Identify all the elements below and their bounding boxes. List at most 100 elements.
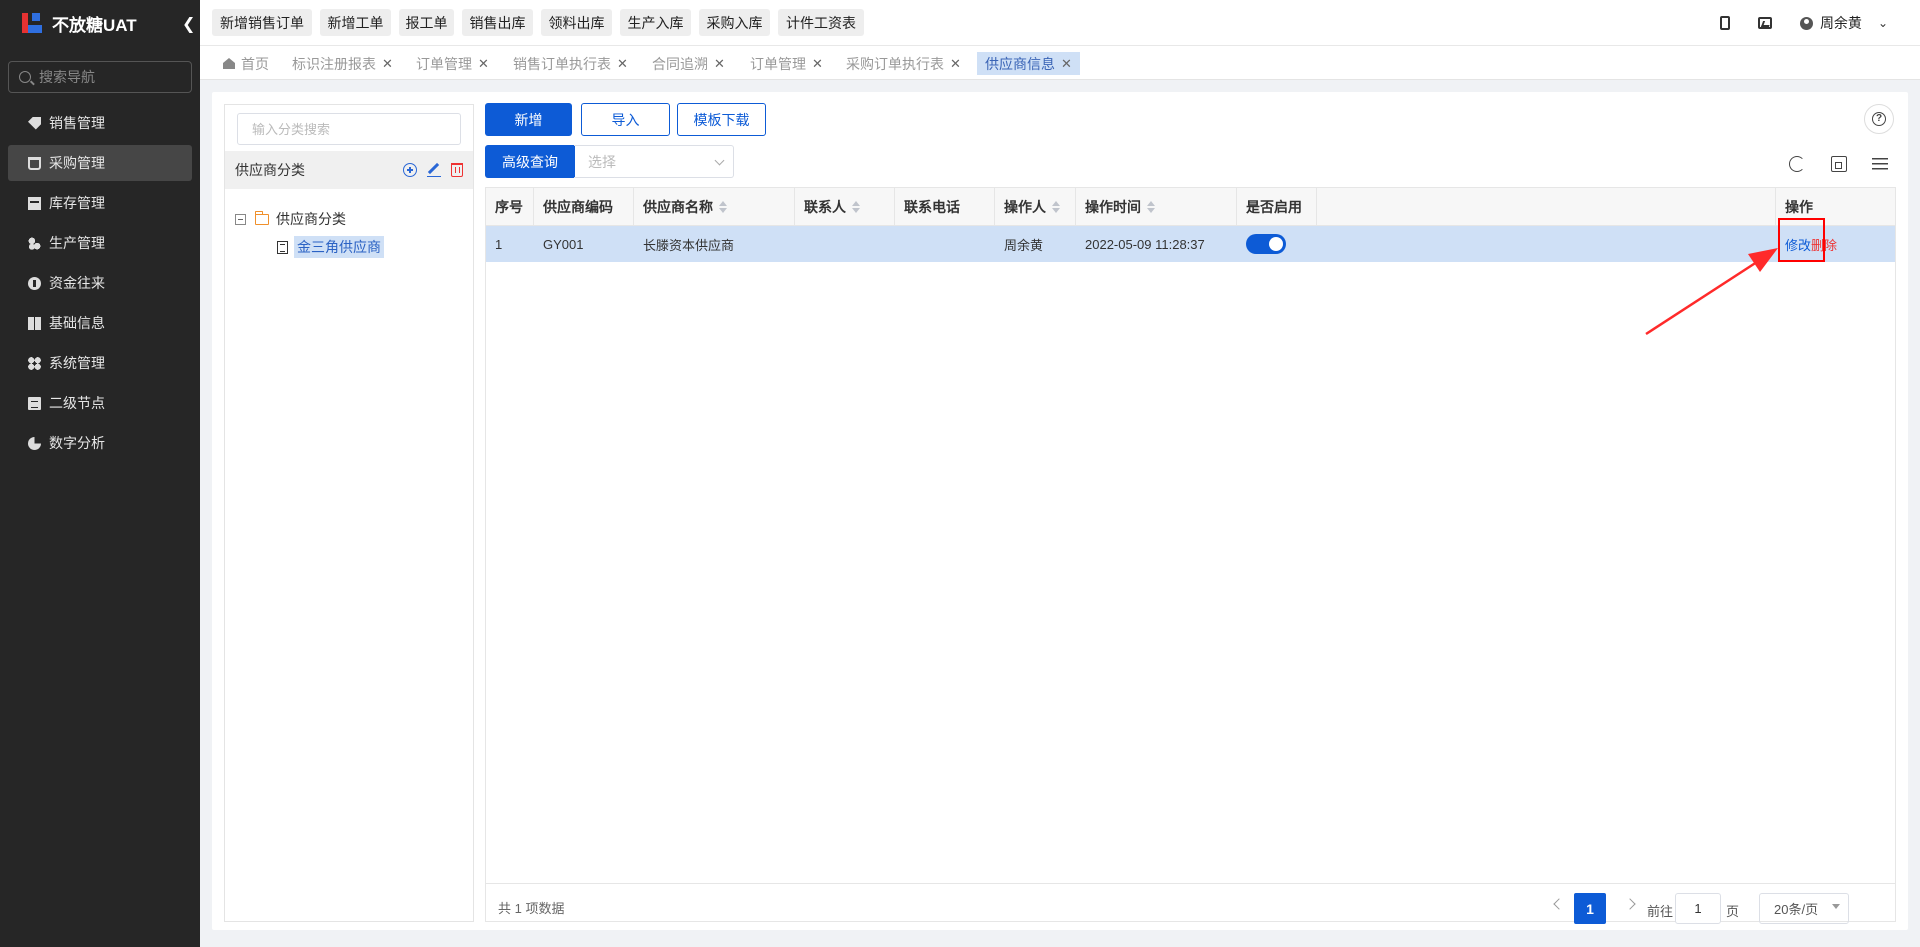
sidebar-item-inventory[interactable]: 库存管理	[8, 185, 192, 221]
user-menu[interactable]: 周余黄 ⌄	[1799, 13, 1888, 33]
category-header-label: 供应商分类	[235, 162, 305, 178]
tab-home[interactable]: 首页	[215, 52, 277, 75]
sort-icon[interactable]	[719, 201, 727, 213]
total-count: 共 1 项数据	[498, 901, 565, 916]
close-icon[interactable]: ✕	[617, 56, 628, 72]
cart-icon	[28, 156, 41, 170]
quick-production-inbound-button[interactable]: 生产入库	[620, 9, 691, 36]
advanced-query-button[interactable]: 高级查询	[485, 145, 575, 178]
tab-contract-trace[interactable]: 合同追溯 ✕	[644, 52, 733, 75]
category-header: 供应商分类	[225, 151, 473, 189]
tree-node-label: 金三角供应商	[294, 236, 384, 258]
tab-order-management-2[interactable]: 订单管理 ✕	[742, 52, 831, 75]
column-header: 序号	[486, 188, 534, 226]
tab-order-management[interactable]: 订单管理 ✕	[408, 52, 497, 75]
screen-icon[interactable]	[1757, 17, 1772, 29]
column-header-spacer	[1317, 188, 1776, 226]
user-name: 周余黄	[1819, 15, 1862, 31]
sidebar-item-purchase[interactable]: 采购管理	[8, 145, 192, 181]
question-icon: ?	[1872, 112, 1886, 126]
column-settings-icon[interactable]	[1872, 156, 1888, 172]
help-button[interactable]: ?	[1864, 104, 1894, 134]
tab-marking-report[interactable]: 标识注册报表 ✕	[284, 52, 401, 75]
sidebar-item-basic-info[interactable]: 基础信息	[8, 305, 192, 341]
sort-icon[interactable]	[852, 201, 860, 213]
nav-search-input[interactable]	[39, 69, 179, 85]
sidebar-item-funds[interactable]: 资金往来	[8, 265, 192, 301]
highlight-box	[1778, 218, 1825, 262]
tab-label: 首页	[241, 55, 269, 72]
cell-index: 1	[495, 236, 503, 252]
add-category-icon[interactable]	[403, 163, 417, 177]
cell-code: GY001	[543, 236, 584, 252]
sidebar-item-sales[interactable]: 销售管理	[8, 105, 192, 141]
close-icon[interactable]: ✕	[812, 56, 823, 72]
tab-purchase-order-execution[interactable]: 采购订单执行表 ✕	[838, 52, 969, 75]
caret-down-icon	[1832, 904, 1840, 909]
column-header[interactable]: 操作时间	[1076, 188, 1237, 226]
file-icon	[277, 240, 288, 254]
quick-piecework-wage-button[interactable]: 计件工资表	[778, 9, 864, 36]
quick-new-work-order-button[interactable]: 新增工单	[320, 9, 391, 36]
page-size-select[interactable]: 20条/页	[1759, 893, 1849, 924]
close-icon[interactable]: ✕	[1061, 56, 1072, 72]
folder-icon	[254, 210, 269, 225]
collapse-icon[interactable]	[235, 213, 246, 225]
close-icon[interactable]: ✕	[382, 56, 393, 72]
table-header: 序号 供应商编码 供应商名称 联系人 联系电话 操作人 操作时间 是否启用 操作	[486, 188, 1895, 226]
enabled-toggle[interactable]	[1246, 234, 1286, 254]
import-button[interactable]: 导入	[581, 103, 670, 136]
column-header[interactable]: 操作人	[995, 188, 1076, 226]
chevron-left-icon[interactable]: ❮	[182, 14, 195, 34]
sidebar-item-label: 资金往来	[49, 275, 105, 291]
tab-label: 采购订单执行表	[846, 55, 944, 72]
close-icon[interactable]: ✕	[950, 56, 961, 72]
delete-category-icon[interactable]	[451, 163, 463, 177]
edit-category-icon[interactable]	[427, 163, 441, 177]
chevron-right-icon[interactable]	[1624, 898, 1636, 910]
sidebar-item-analytics[interactable]: 数字分析	[8, 425, 192, 461]
column-header: 是否启用	[1237, 188, 1317, 226]
tab-sales-order-execution[interactable]: 销售订单执行表 ✕	[505, 52, 636, 75]
sort-icon[interactable]	[1052, 201, 1060, 213]
tab-label: 标识注册报表	[292, 55, 376, 72]
close-icon[interactable]: ✕	[714, 56, 725, 72]
goto-label: 前往	[1647, 904, 1674, 919]
quick-sales-outbound-button[interactable]: 销售出库	[462, 9, 533, 36]
column-header[interactable]: 供应商名称	[634, 188, 795, 226]
tab-supplier-info[interactable]: 供应商信息 ✕	[977, 52, 1080, 75]
query-select[interactable]: 选择	[574, 145, 734, 178]
page-size-value: 20条/页	[1774, 902, 1819, 917]
sidebar-item-secondary-node[interactable]: 二级节点	[8, 385, 192, 421]
chevron-left-icon[interactable]	[1553, 898, 1565, 910]
sidebar-item-system[interactable]: 系统管理	[8, 345, 192, 381]
tree-node-root[interactable]: 供应商分类	[235, 209, 346, 229]
tree-node-child[interactable]: 金三角供应商	[277, 236, 384, 258]
goto-page-input[interactable]	[1675, 893, 1721, 924]
grid-icon	[28, 316, 41, 330]
add-button[interactable]: 新增	[485, 103, 572, 136]
image-export-icon[interactable]	[1831, 156, 1847, 172]
main-content: 供应商分类 供应商分类 金三角供应商 新增 导入 模板下载 ? 高级查询 选择 …	[212, 92, 1908, 930]
sidebar-item-label: 系统管理	[49, 355, 105, 371]
quick-purchase-inbound-button[interactable]: 采购入库	[699, 9, 770, 36]
column-header[interactable]: 联系人	[795, 188, 895, 226]
quick-new-sales-order-button[interactable]: 新增销售订单	[212, 9, 312, 36]
refresh-icon[interactable]	[1789, 156, 1805, 172]
sidebar-item-label: 销售管理	[49, 115, 105, 131]
sidebar: 不放糖UAT ❮ 销售管理 采购管理 库存管理 生产管理 资金往来 基础信息 系…	[0, 0, 200, 947]
sort-icon[interactable]	[1147, 201, 1155, 213]
category-search-input[interactable]	[237, 113, 461, 145]
phone-icon[interactable]	[1719, 16, 1730, 30]
tree-node-label: 供应商分类	[276, 211, 346, 227]
template-download-button[interactable]: 模板下载	[677, 103, 766, 136]
quick-work-report-button[interactable]: 报工单	[399, 9, 454, 36]
nav-search[interactable]	[8, 61, 192, 93]
sidebar-item-production[interactable]: 生产管理	[8, 225, 192, 261]
page-number[interactable]: 1	[1574, 893, 1606, 924]
close-icon[interactable]: ✕	[478, 56, 489, 72]
quick-material-outbound-button[interactable]: 领料出库	[541, 9, 612, 36]
select-placeholder: 选择	[588, 153, 616, 170]
document-icon	[28, 396, 41, 410]
tab-label: 订单管理	[416, 55, 472, 72]
